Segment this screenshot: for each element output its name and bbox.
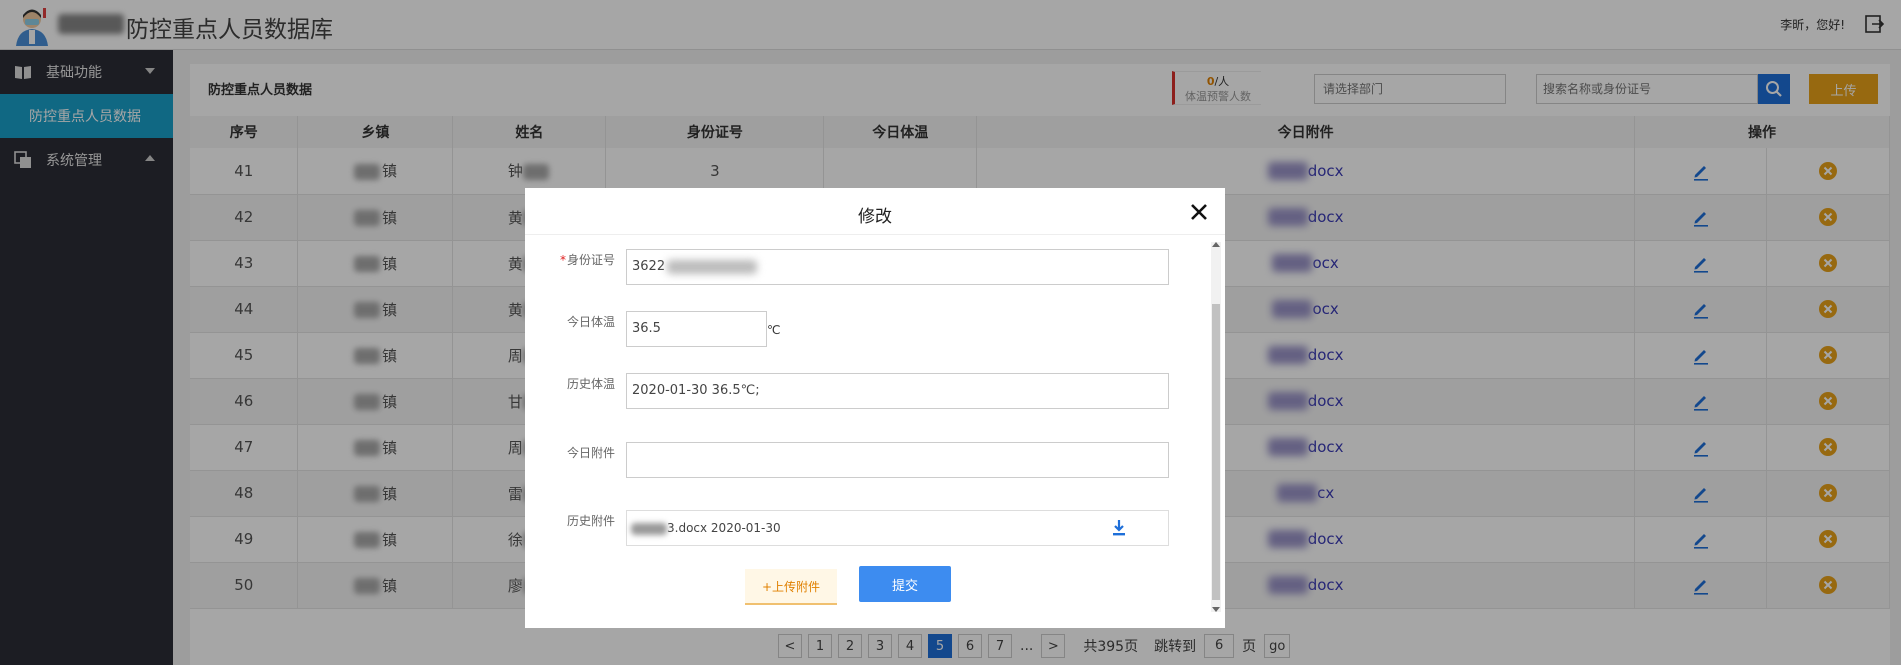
scroll-up-arrow-icon[interactable] (1212, 242, 1220, 247)
modal-body: *身份证号 3622 今日体温 36.5 ℃ 历史体温 2020-01-30 3… (525, 236, 1205, 628)
today-attach-field[interactable] (626, 442, 1169, 478)
history-attach-value: 3.docx 2020-01-30 (667, 521, 781, 535)
download-icon[interactable] (1110, 519, 1128, 537)
today-attach-label: 今日附件 (566, 446, 615, 460)
modal-scrollbar[interactable] (1211, 242, 1221, 612)
history-attach-field: 3.docx 2020-01-30 (626, 510, 1169, 546)
temp-field[interactable]: 36.5 (626, 311, 767, 347)
edit-modal: 修改 *身份证号 3622 今日体温 36.5 ℃ 历史体温 2020-01-3… (525, 188, 1225, 628)
scroll-thumb[interactable] (1212, 304, 1220, 600)
id-field-label: *身份证号 (525, 251, 615, 268)
upload-attachment-button[interactable]: +上传附件 (745, 569, 837, 605)
required-mark: * (559, 253, 566, 267)
history-temp-label: 历史体温 (566, 377, 615, 391)
history-temp-field[interactable]: 2020-01-30 36.5℃; (626, 373, 1169, 409)
modal-header: 修改 (525, 188, 1225, 235)
file-name-blurred (631, 522, 667, 535)
id-field-value: 3622 (632, 259, 666, 274)
temp-field-label: 今日体温 (566, 315, 615, 329)
id-field-label-text: 身份证号 (566, 253, 615, 267)
submit-button[interactable]: 提交 (859, 566, 951, 602)
modal-title: 修改 (858, 207, 892, 227)
history-attach-label: 历史附件 (566, 514, 615, 528)
id-blurred (667, 259, 758, 274)
id-field[interactable]: 3622 (626, 249, 1169, 285)
scroll-down-arrow-icon[interactable] (1212, 607, 1220, 612)
temp-unit: ℃ (767, 323, 781, 337)
close-icon[interactable] (1189, 202, 1209, 222)
